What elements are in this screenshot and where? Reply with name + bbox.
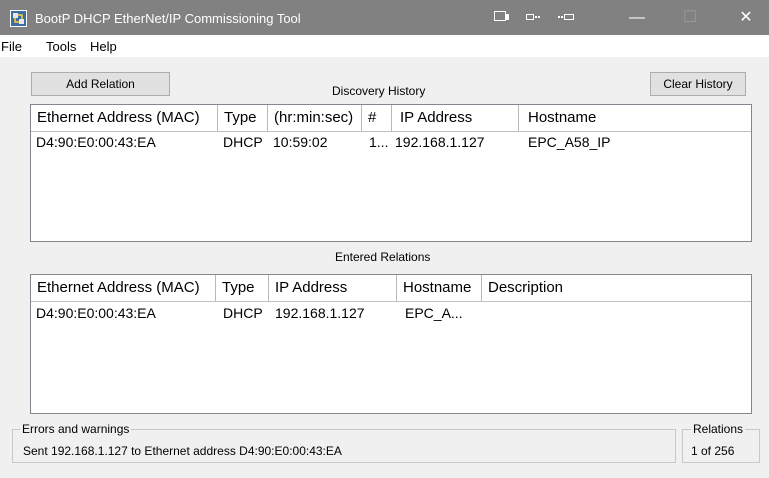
cell-mac: D4:90:E0:00:43:EA	[36, 134, 156, 150]
entered-relations-label: Entered Relations	[335, 250, 431, 264]
cell-count: 1...	[369, 134, 389, 150]
clear-history-button[interactable]: Clear History	[650, 72, 746, 96]
cell-mac: D4:90:E0:00:43:EA	[36, 305, 156, 321]
close-button[interactable]: ✕	[723, 0, 769, 35]
app-icon	[10, 10, 27, 27]
menu-tools[interactable]: Tools	[46, 39, 76, 54]
column-header-hostname[interactable]: Hostname	[397, 275, 482, 301]
column-header-hostname[interactable]: Hostname	[519, 105, 751, 131]
menu-help[interactable]: Help	[90, 39, 117, 54]
add-relation-button[interactable]: Add Relation	[31, 72, 170, 96]
cell-hostname: EPC_A...	[405, 305, 463, 321]
errors-warnings-group: Errors and warnings Sent 192.168.1.127 t…	[12, 422, 676, 463]
relations-count-group: Relations 1 of 256	[682, 422, 760, 463]
title-bar[interactable]: BootP DHCP EtherNet/IP Commissioning Too…	[0, 0, 769, 35]
screen-icon	[494, 11, 510, 25]
cell-type: DHCP	[223, 134, 263, 150]
column-header-type[interactable]: Type	[218, 105, 268, 131]
connect-icon	[558, 11, 576, 25]
cell-ip: 192.168.1.127	[395, 134, 485, 150]
column-header-mac[interactable]: Ethernet Address (MAC)	[31, 105, 218, 131]
relations-count-label: Relations	[691, 422, 746, 436]
column-header-mac[interactable]: Ethernet Address (MAC)	[31, 275, 216, 301]
relations-count-value: 1 of 256	[691, 444, 735, 458]
status-message: Sent 192.168.1.127 to Ethernet address D…	[23, 444, 342, 458]
cell-type: DHCP	[223, 305, 263, 321]
cell-ip: 192.168.1.127	[275, 305, 365, 321]
menu-file[interactable]: File	[1, 39, 22, 54]
discovery-history-list[interactable]: Ethernet Address (MAC) Type (hr:min:sec)…	[30, 104, 752, 242]
column-header-type[interactable]: Type	[216, 275, 269, 301]
minimize-button[interactable]: —	[614, 0, 660, 35]
discovery-header: Ethernet Address (MAC) Type (hr:min:sec)…	[31, 105, 751, 132]
column-header-count[interactable]: #	[362, 105, 392, 131]
maximize-button[interactable]: ☐	[667, 0, 713, 35]
errors-warnings-label: Errors and warnings	[20, 422, 132, 436]
column-header-ip[interactable]: IP Address	[269, 275, 397, 301]
entered-relations-list[interactable]: Ethernet Address (MAC) Type IP Address H…	[30, 274, 752, 414]
column-header-description[interactable]: Description	[482, 275, 751, 301]
cell-time: 10:59:02	[273, 134, 328, 150]
tray-icon	[526, 11, 542, 25]
menu-bar: File Tools Help	[0, 35, 769, 57]
window-title: BootP DHCP EtherNet/IP Commissioning Too…	[35, 11, 301, 26]
discovery-history-label: Discovery History	[332, 84, 426, 98]
column-header-ip[interactable]: IP Address	[392, 105, 519, 131]
cell-hostname: EPC_A58_IP	[528, 134, 611, 150]
column-header-time[interactable]: (hr:min:sec)	[268, 105, 362, 131]
relations-header: Ethernet Address (MAC) Type IP Address H…	[31, 275, 751, 302]
